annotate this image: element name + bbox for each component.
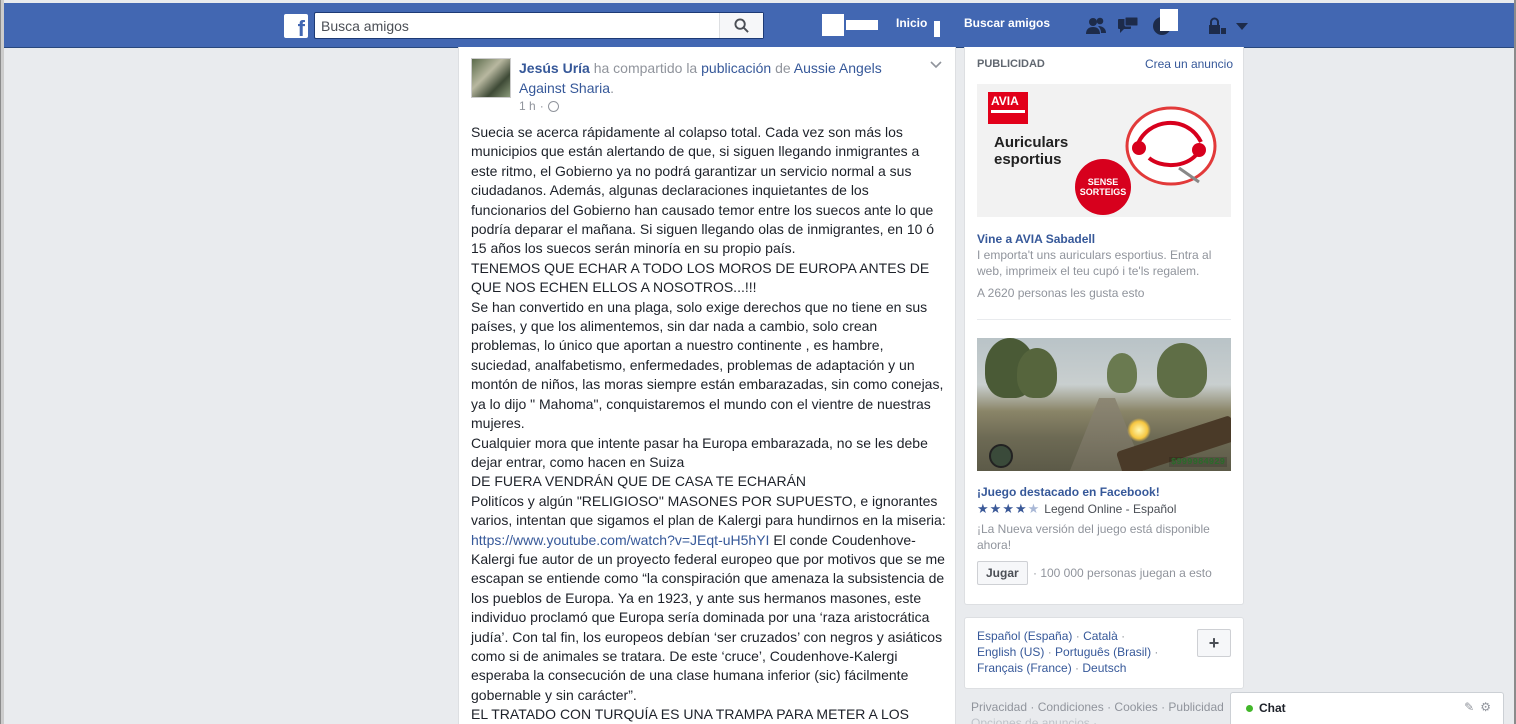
separator: · bbox=[1117, 629, 1126, 643]
star-icon: ★ bbox=[1002, 501, 1014, 516]
ads-header-label: PUBLICIDAD bbox=[977, 58, 1045, 70]
footer-sub-links[interactable]: Opciones de anuncios · Más bbox=[971, 716, 1121, 724]
facebook-logo-icon[interactable]: f bbox=[284, 14, 308, 41]
muzzle-flash bbox=[1127, 418, 1151, 442]
online-status-dot bbox=[1246, 705, 1253, 712]
language-list: Español (España) · Català · English (US)… bbox=[977, 628, 1177, 676]
account-menu-caret-icon[interactable] bbox=[1230, 15, 1254, 37]
scene-tree bbox=[1157, 343, 1207, 398]
ads-panel: PUBLICIDAD Crea un anuncio AVIA Auricula… bbox=[964, 47, 1244, 605]
post-meta: 1 h · bbox=[519, 99, 559, 113]
ad-image-headline: Auriculars esportius bbox=[994, 134, 1068, 168]
avia-ad-image[interactable]: AVIA Auriculars esportius SENSE SORTEIGS bbox=[977, 84, 1231, 217]
shared-text: ha compartido la bbox=[589, 60, 702, 76]
separator: · bbox=[1151, 645, 1159, 659]
avia-ad-likes[interactable]: A 2620 personas les gusta esto bbox=[977, 286, 1144, 300]
language-link[interactable]: Deutsch bbox=[1082, 661, 1126, 675]
badge-line: SORTEIGS bbox=[1079, 187, 1127, 197]
feed-post: Jesús Uría ha compartido la publicación … bbox=[458, 47, 956, 724]
language-link[interactable]: Català bbox=[1083, 629, 1118, 643]
search-icon bbox=[734, 18, 749, 33]
ad-badge: SENSE SORTEIGS bbox=[1075, 159, 1131, 215]
post-options-chevron-icon[interactable] bbox=[929, 60, 943, 70]
separator: · bbox=[1071, 661, 1083, 675]
scene-tree bbox=[1107, 353, 1137, 393]
profile-name-redacted[interactable] bbox=[846, 20, 878, 30]
language-link[interactable]: Português (Brasil) bbox=[1055, 645, 1151, 659]
play-game-button[interactable]: Jugar bbox=[977, 561, 1028, 585]
meta-separator: · bbox=[539, 99, 544, 113]
more-languages-button[interactable]: + bbox=[1197, 629, 1231, 657]
search-box bbox=[314, 12, 764, 39]
game-player-count: · 100 000 personas juegan a esto bbox=[1033, 566, 1212, 580]
ad-headline-line: Auriculars bbox=[994, 134, 1069, 151]
of-text: de bbox=[771, 60, 794, 76]
publication-link[interactable]: publicación bbox=[701, 60, 771, 76]
post-text: Suecia se acerca rápidamente al colapso … bbox=[471, 123, 947, 724]
notification-count-redacted bbox=[1160, 9, 1178, 31]
game-ad-description[interactable]: ¡La Nueva versión del juego está disponi… bbox=[977, 521, 1233, 553]
post-paragraph: Se han convertido en una plaga, solo exi… bbox=[471, 298, 944, 432]
post-header: Jesús Uría ha compartido la publicación … bbox=[519, 58, 929, 98]
post-paragraph: EL TRATADO CON TURQUÍA ES UNA TRAMPA PAR… bbox=[471, 706, 909, 723]
chat-bar[interactable]: Chat ✎ ⚙ bbox=[1230, 692, 1504, 724]
paragraph-text: El conde Coudenhove-Kalergi fue autor de… bbox=[471, 531, 945, 703]
nav-home-link[interactable]: Inicio bbox=[896, 16, 927, 30]
nav-count-redacted bbox=[934, 21, 940, 37]
separator: · bbox=[1072, 629, 1084, 643]
compose-icon[interactable]: ✎ bbox=[1464, 700, 1474, 714]
search-input[interactable] bbox=[315, 13, 719, 38]
game-money: $999984929 bbox=[1168, 457, 1227, 467]
public-globe-icon[interactable] bbox=[547, 100, 559, 112]
post-paragraph: Cualquier mora que intente pasar ha Euro… bbox=[471, 434, 928, 470]
avia-logo: AVIA bbox=[988, 92, 1028, 124]
search-button[interactable] bbox=[719, 13, 763, 38]
paragraph-text: Politícos y algún "RELIGIOSO" MASONES PO… bbox=[471, 492, 946, 529]
youtube-link[interactable]: https://www.youtube.com/watch?v=JEqt-uH5… bbox=[471, 532, 769, 548]
author-avatar[interactable] bbox=[471, 58, 511, 98]
author-name-link[interactable]: Jesús Uría bbox=[519, 60, 590, 76]
chat-label[interactable]: Chat bbox=[1259, 701, 1286, 715]
avia-ad-title[interactable]: Vine a AVIA Sabadell bbox=[977, 232, 1095, 246]
star-icon: ★ bbox=[977, 501, 989, 516]
language-link[interactable]: Français (France) bbox=[977, 661, 1072, 675]
star-icon: ★ bbox=[989, 501, 1002, 516]
header-period: . bbox=[610, 80, 614, 96]
post-paragraph: TENEMOS QUE ECHAR A TODO LOS MOROS DE EU… bbox=[471, 259, 930, 296]
game-name[interactable]: Legend Online - Español bbox=[1044, 502, 1176, 516]
privacy-shortcuts-icon[interactable] bbox=[1204, 15, 1228, 37]
create-ad-link[interactable]: Crea un anuncio bbox=[1145, 57, 1233, 71]
avia-logo-text: AVIA bbox=[991, 94, 1019, 108]
language-link[interactable]: Español (España) bbox=[977, 629, 1072, 643]
separator: · bbox=[1044, 645, 1056, 659]
top-navigation-bar: f Inicio Buscar amigos ! bbox=[4, 3, 1514, 48]
half-star-icon: ★ bbox=[1027, 501, 1040, 516]
language-selector: Español (España) · Català · English (US)… bbox=[964, 617, 1244, 689]
window-left-border bbox=[0, 0, 1, 724]
logo-glyph: f bbox=[297, 16, 305, 41]
friend-requests-icon[interactable] bbox=[1084, 15, 1108, 37]
avia-ad-description[interactable]: I emporta't uns auriculars esportius. En… bbox=[977, 247, 1233, 279]
game-rating: ★ ★ ★ ★ ★ Legend Online - Español bbox=[977, 502, 1176, 516]
game-ad-title[interactable]: ¡Juego destacado en Facebook! bbox=[977, 485, 1160, 499]
profile-avatar-redacted[interactable] bbox=[822, 14, 844, 36]
post-paragraph: Politícos y algún "RELIGIOSO" MASONES PO… bbox=[471, 492, 947, 705]
post-paragraph: DE FUERA VENDRÁN QUE DE CASA TE ECHARÁN bbox=[471, 473, 807, 490]
nav-find-friends-link[interactable]: Buscar amigos bbox=[964, 16, 1050, 30]
language-link[interactable]: English (US) bbox=[977, 645, 1044, 659]
messages-icon[interactable] bbox=[1116, 15, 1140, 37]
gear-icon[interactable]: ⚙ bbox=[1480, 700, 1491, 714]
star-icon: ★ bbox=[1014, 501, 1027, 516]
post-paragraph: Suecia se acerca rápidamente al colapso … bbox=[471, 124, 935, 257]
post-timestamp[interactable]: 1 h bbox=[519, 99, 536, 113]
ads-header: PUBLICIDAD Crea un anuncio bbox=[977, 57, 1233, 71]
footer-links[interactable]: Privacidad · Condiciones · Cookies · Pub… bbox=[971, 700, 1224, 714]
ad-headline-line: esportius bbox=[994, 151, 1062, 168]
scene-tree bbox=[1017, 348, 1057, 398]
badge-line: SENSE bbox=[1087, 177, 1119, 187]
ad-separator bbox=[977, 319, 1231, 320]
chat-icons: ✎ ⚙ bbox=[1464, 700, 1491, 714]
game-ad-image[interactable]: $999984929 bbox=[977, 338, 1231, 471]
minimap-icon bbox=[989, 444, 1013, 468]
